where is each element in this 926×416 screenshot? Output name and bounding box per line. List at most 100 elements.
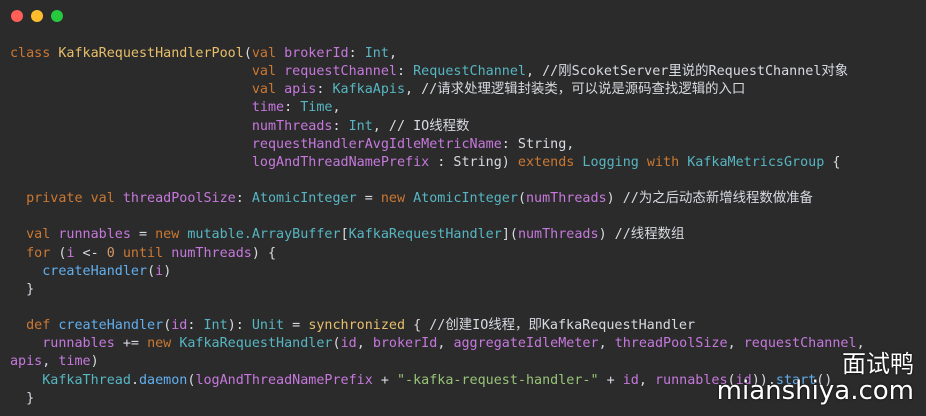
code-token: requestHandlerAvgIdleMetricName — [251, 136, 502, 152]
code-token: time — [251, 100, 285, 116]
code-line: logAndThreadNamePrefix : String) extends… — [10, 154, 865, 172]
window-titlebar — [0, 0, 926, 32]
code-token: runnables — [58, 227, 131, 243]
code-token: Int — [364, 46, 389, 61]
code-line: class KafkaRequestHandlerPool(val broker… — [10, 45, 865, 63]
code-token: , — [388, 46, 397, 61]
code-token: Logging — [582, 154, 647, 170]
code-token: { — [824, 154, 841, 170]
code-token: Int — [203, 318, 228, 334]
code-line: val apis: KafkaApis, //请求处理逻辑封装类，可以说是源码查… — [10, 81, 865, 99]
code-token: { //创建IO线程，即KafkaRequestHandler — [405, 318, 696, 334]
code-token: ) //为之后动态新增线程数做准备 — [606, 191, 813, 207]
code-token: aggregateIdleMeter — [453, 336, 599, 352]
code-token: + — [598, 372, 623, 388]
code-token: private val — [26, 191, 123, 207]
code-token: i — [66, 245, 75, 261]
code-token: for — [26, 245, 59, 261]
code-line: numThreads: Int, // IO线程数 — [10, 118, 865, 136]
watermark-url: mianshiya.com — [716, 376, 914, 406]
code-token: Int — [348, 118, 373, 134]
code-token: ) //线程数组 — [598, 227, 685, 243]
code-token: KafkaMetricsGroup — [687, 154, 825, 170]
code-token: ) — [90, 354, 99, 370]
code-token: val — [251, 64, 285, 80]
code-token: + — [372, 372, 397, 388]
code-token: runnables — [42, 336, 115, 352]
code-token: ( — [147, 263, 156, 279]
code-token: AtomicInteger — [413, 191, 518, 207]
code-token: until — [122, 245, 172, 261]
code-token: new — [380, 191, 414, 207]
code-line: def createHandler(id: Int): Unit = synch… — [10, 317, 865, 335]
code-token: Time — [300, 100, 333, 116]
code-token: : String, — [501, 136, 575, 152]
code-token: threadPoolSize — [614, 336, 728, 352]
code-token: i — [155, 263, 164, 279]
code-token: Unit — [251, 318, 285, 334]
code-line: val runnables = new mutable.ArrayBuffer[… — [10, 226, 865, 244]
code-line: for (i <- 0 until numThreads) { — [10, 245, 865, 263]
code-token: numThreads — [171, 245, 252, 261]
code-token: val — [26, 227, 59, 243]
code-token: = — [130, 227, 156, 243]
code-token: val — [251, 46, 285, 61]
maximize-icon[interactable] — [51, 10, 63, 22]
code-token: ) — [163, 263, 172, 279]
code-token: ( — [332, 336, 341, 352]
minimize-icon[interactable] — [31, 10, 43, 22]
code-token: = — [356, 191, 381, 207]
code-token: brokerId — [372, 336, 438, 352]
code-token: ( — [243, 46, 252, 61]
code-token: apis — [284, 82, 317, 98]
code-token: : — [284, 100, 301, 116]
code-token: KafkaRequestHandler — [348, 227, 502, 243]
code-token: KafkaRequestHandler — [179, 336, 333, 352]
code-token: , — [598, 336, 615, 352]
code-token: id — [622, 372, 639, 388]
code-token: = — [284, 318, 309, 334]
code-token: : — [316, 82, 333, 98]
code-token: id — [171, 318, 188, 334]
code-token: createHandler — [58, 318, 164, 334]
code-token: : — [332, 118, 349, 134]
code-token: requestChannel — [284, 64, 397, 80]
code-token: , — [332, 100, 341, 116]
code-token: ): — [227, 318, 252, 334]
code-token: apis — [10, 354, 43, 370]
code-token: [ — [340, 227, 349, 243]
code-token: requestChannel — [743, 336, 857, 352]
code-token: , — [42, 354, 59, 370]
code-token: time — [58, 354, 91, 370]
close-icon[interactable] — [11, 10, 23, 22]
code-line: val requestChannel: RequestChannel, //刚S… — [10, 63, 865, 81]
code-token: mutable.ArrayBuffer — [187, 227, 341, 243]
code-token: 0 — [106, 245, 123, 261]
code-token: logAndThreadNamePrefix — [251, 154, 430, 170]
code-token: , — [437, 336, 454, 352]
code-token: , — [356, 336, 373, 352]
code-token: : — [396, 64, 414, 80]
code-token: brokerId — [284, 46, 349, 61]
code-line: createHandler(i) — [10, 263, 865, 281]
code-token: += — [114, 336, 148, 352]
code-window: class KafkaRequestHandlerPool(val broker… — [0, 0, 926, 416]
code-token: , //请求处理逻辑封装类，可以说是源码查找逻辑的入口 — [405, 82, 746, 98]
code-token: createHandler — [42, 263, 148, 279]
code-token: ) { — [251, 245, 277, 261]
code-token: val — [251, 82, 285, 98]
code-token: with — [646, 154, 688, 170]
code-token: KafkaRequestHandlerPool — [58, 46, 244, 61]
code-token: . — [130, 372, 139, 388]
